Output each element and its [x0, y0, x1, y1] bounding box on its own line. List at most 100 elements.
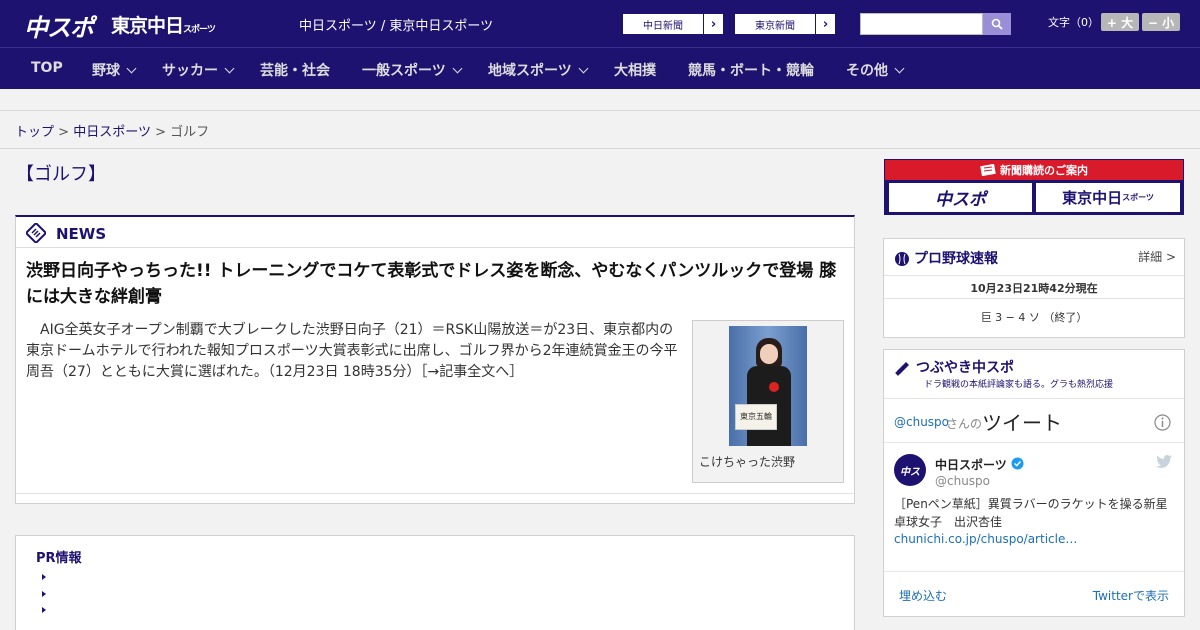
pr-title: PR情報 [36, 551, 82, 566]
site-links[interactable]: 中日スポーツ / 東京中日スポーツ [299, 15, 493, 34]
embed-link[interactable]: 埋め込む [899, 587, 947, 604]
tokyo-logo-small: スポーツ [183, 25, 216, 35]
baseball-title-text: プロ野球速報 [914, 251, 998, 267]
nav-label: TOP [31, 60, 63, 76]
nav-label: 地域スポーツ [488, 63, 572, 79]
main-nav: TOP 野球 サッカー 芸能・社会 一般スポーツ 地域スポーツ 大相撲 競馬・ボ… [0, 47, 1200, 89]
twitter-account-link[interactable]: @chuspo [894, 415, 949, 429]
nav-item-top[interactable]: TOP [31, 60, 63, 76]
tweet-link[interactable]: chunichi.co.jp/chuspo/article… [894, 532, 1077, 546]
avatar[interactable]: 中ス [894, 454, 926, 486]
news-label: NEWS [56, 225, 107, 243]
chuspo-logo[interactable]: 中スポ [24, 8, 94, 43]
chevron-down-icon [894, 63, 905, 74]
baseball-icon [895, 252, 909, 266]
baseball-score[interactable]: 巨 3 − 4 ソ （終了） [884, 309, 1184, 325]
nav-label: 一般スポーツ [362, 63, 446, 79]
article-photo-box[interactable]: 東京五輪 こけちゃった渋野 [692, 320, 844, 483]
newspaper-icon [980, 164, 996, 176]
breadcrumb: トップ > 中日スポーツ > ゴルフ [15, 121, 209, 140]
divider [884, 275, 1184, 276]
chevron-right-icon: › [703, 14, 723, 34]
chevron-down-icon [224, 63, 235, 74]
megaphone-icon [895, 362, 909, 376]
chevron-right-icon: › [815, 14, 835, 34]
nav-item-keiba[interactable]: 競馬・ボート・競輪 [688, 60, 814, 80]
twitter-bird-icon[interactable] [1156, 455, 1172, 468]
nav-label: 野球 [92, 63, 120, 79]
ext-link-label: 中日新聞 [643, 20, 683, 32]
nav-item-entertainment[interactable]: 芸能・社会 [260, 60, 330, 80]
rose-corsage [769, 382, 779, 392]
ext-link-label: 東京新聞 [755, 20, 795, 32]
article-headline[interactable]: 渋野日向子やっちった!! トレーニングでコケて表彰式でドレス姿を断念、やむなくパ… [26, 258, 846, 310]
baseball-timestamp: 10月23日21時42分現在 [970, 282, 1098, 295]
divider [884, 571, 1184, 572]
tokyo-shimbun-link[interactable]: 東京新聞 › [734, 13, 836, 35]
nav-label: 芸能・社会 [260, 63, 330, 79]
baseball-detail-link[interactable]: 詳細 > [1138, 248, 1176, 265]
nav-label: 大相撲 [614, 63, 656, 79]
tweets-title-text: つぶやき中スポ [916, 360, 1014, 376]
subscription-title: 新聞購読のご案内 [885, 160, 1183, 180]
photo-board: 東京五輪 [735, 404, 777, 430]
bullet-icon [42, 591, 46, 597]
subscribe-tokyo-text: 東京中日 [1062, 189, 1123, 207]
chevron-down-icon [578, 63, 589, 74]
subscribe-tokyo-small: スポーツ [1122, 193, 1154, 202]
breadcrumb-sep: > [58, 125, 70, 140]
nav-item-others[interactable]: その他 [846, 60, 905, 80]
tweets-subtitle: ドラ観戦の本紙評論家も語る。グラも熱烈応援 [924, 380, 1114, 390]
subscribe-chuspo-button[interactable]: 中スポ [889, 183, 1032, 212]
chevron-down-icon [126, 63, 137, 74]
search-icon [991, 18, 1003, 30]
bullet-icon [42, 607, 46, 613]
divider [0, 148, 1200, 149]
nav-item-soccer[interactable]: サッカー [162, 60, 235, 80]
tweets-widget-title: つぶやき中スポ [894, 357, 1014, 377]
tweet-user-name[interactable]: 中日スポーツ [935, 456, 1007, 473]
breadcrumb-top-link[interactable]: トップ [15, 125, 54, 140]
baseball-widget-title: プロ野球速報 [894, 248, 998, 268]
page-title: 【ゴルフ】 [16, 164, 106, 185]
verified-badge-icon [1011, 457, 1024, 470]
nav-item-sumo[interactable]: 大相撲 [614, 60, 656, 80]
breadcrumb-section-link[interactable]: 中日スポーツ [73, 125, 151, 140]
nav-label: サッカー [162, 63, 218, 79]
subscription-banner[interactable]: 新聞購読のご案内 中スポ 東京中日 スポーツ [884, 159, 1184, 215]
chunichi-shimbun-link[interactable]: 中日新聞 › [622, 13, 724, 35]
divider [0, 110, 1200, 111]
search-button[interactable] [983, 13, 1011, 35]
tweet-user-handle[interactable]: @chuspo [935, 474, 990, 488]
subscription-title-text: 新聞購読のご案内 [1000, 164, 1088, 177]
bullet-icon [42, 574, 46, 580]
nav-label: その他 [846, 63, 888, 79]
article-photo[interactable]: 東京五輪 [729, 326, 807, 446]
pr-section: PR情報 [15, 535, 855, 630]
divider [16, 493, 854, 494]
tweets-label: ツイート [982, 411, 1062, 435]
tokyo-chunichi-logo[interactable]: 東京中日スポーツ [111, 11, 216, 38]
news-section: NEWS 渋野日向子やっちった!! トレーニングでコケて表彰式でドレス姿を断念、… [15, 215, 855, 504]
font-larger-button[interactable]: + 大 [1101, 13, 1139, 31]
breadcrumb-sep: > [155, 125, 166, 140]
article-lead[interactable]: AIG全英女子オープン制覇で大ブレークした渋野日向子（21）＝RSK山陽放送＝が… [26, 320, 686, 383]
tweet-header: @chuspo さんの ツイート [884, 398, 1184, 444]
nav-label: 競馬・ボート・競輪 [688, 63, 814, 79]
info-icon[interactable] [1154, 414, 1171, 431]
baseball-widget: プロ野球速報 詳細 > 10月23日21時42分現在 巨 3 − 4 ソ （終了… [883, 238, 1185, 338]
subscribe-tokyo-button[interactable]: 東京中日 スポーツ [1036, 183, 1180, 212]
nav-item-general-sports[interactable]: 一般スポーツ [362, 60, 463, 80]
tokyo-logo-text: 東京中日 [111, 15, 184, 37]
nav-item-local-sports[interactable]: 地域スポーツ [488, 60, 589, 80]
search-input[interactable] [860, 13, 983, 35]
top-header: 中スポ 東京中日スポーツ 中日スポーツ / 東京中日スポーツ 中日新聞 › 東京… [0, 0, 1200, 47]
divider [884, 298, 1184, 299]
view-on-twitter-link[interactable]: Twitterで表示 [1093, 587, 1169, 604]
font-smaller-button[interactable]: − 小 [1142, 13, 1180, 31]
tweet-text[interactable]: ［Penペン草紙］異質ラバーのラケットを操る新星 卓球女子 出沢杏佳 [894, 495, 1180, 531]
breadcrumb-current: ゴルフ [170, 125, 210, 140]
chevron-down-icon [452, 63, 463, 74]
news-header: NEWS [16, 217, 854, 248]
nav-item-baseball[interactable]: 野球 [92, 60, 137, 80]
